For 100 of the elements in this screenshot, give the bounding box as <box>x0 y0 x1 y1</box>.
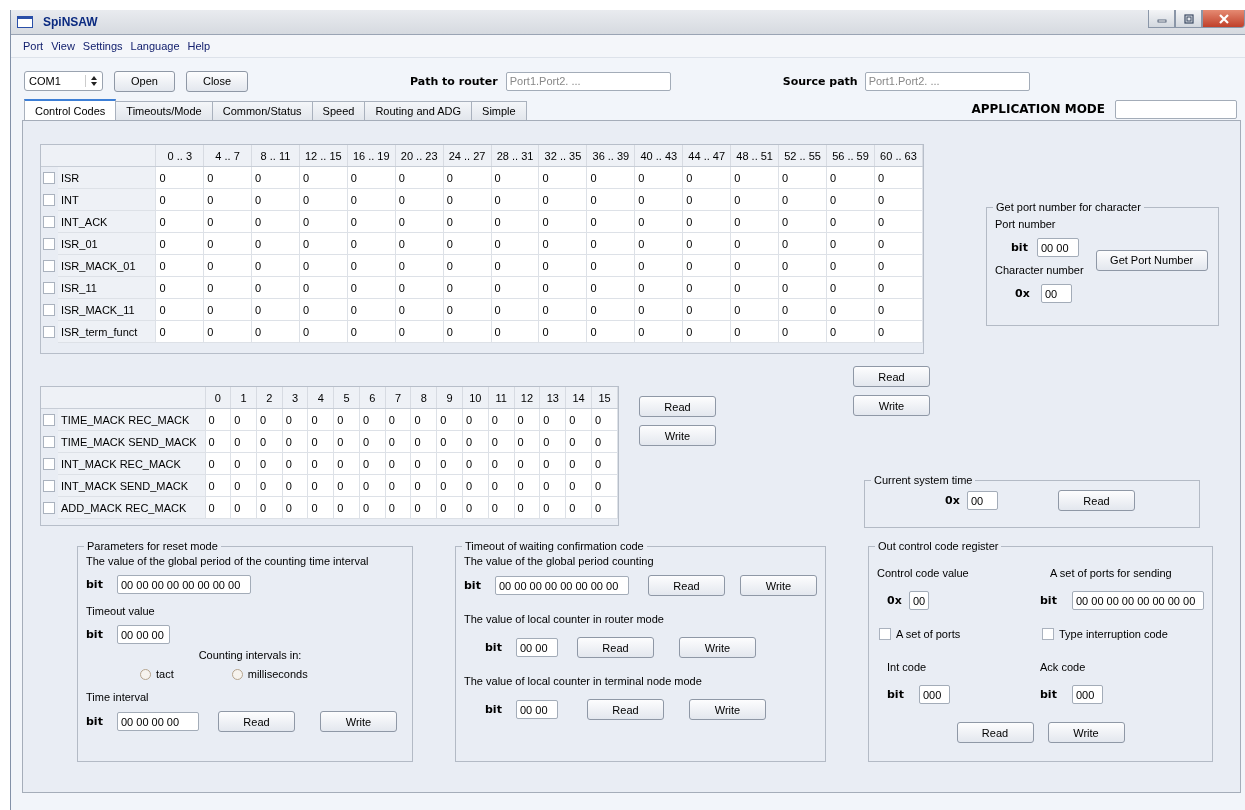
unit-label: 0x <box>945 494 961 507</box>
input-field[interactable]: 00 00 <box>1037 238 1079 257</box>
toolbar-button[interactable]: Close <box>186 70 248 92</box>
radio-button[interactable] <box>140 668 151 680</box>
column-header: 8 <box>410 387 437 409</box>
column-header: 13 <box>539 387 566 409</box>
field-label: Ack code <box>1040 660 1087 675</box>
table-button[interactable]: Write <box>853 395 930 416</box>
menu-item[interactable]: Help <box>183 40 215 52</box>
field-label: Character number <box>995 263 1084 278</box>
write-button[interactable]: Write <box>320 711 397 732</box>
tab[interactable]: Common/Status <box>211 101 313 120</box>
input-field[interactable]: 00 00 00 00 00 00 00 00 <box>495 576 629 595</box>
unit-label: bit <box>86 715 104 728</box>
minimize-button[interactable] <box>1148 10 1175 28</box>
row-checkbox[interactable] <box>43 502 55 515</box>
mode-field[interactable] <box>1115 99 1237 119</box>
read-button[interactable]: Read <box>1058 490 1135 511</box>
column-header: 5 <box>333 387 360 409</box>
row-checkbox[interactable] <box>43 172 55 185</box>
unit-label: bit <box>485 703 503 716</box>
row-checkbox[interactable] <box>43 480 55 493</box>
checkbox[interactable] <box>879 628 891 640</box>
input-field[interactable]: 00 00 00 00 00 00 00 00 <box>117 575 251 594</box>
input-field[interactable]: 00 <box>967 491 998 510</box>
path-field[interactable]: Port1.Port2. ... <box>505 71 671 91</box>
checkbox-option[interactable]: Type interruption code <box>1042 628 1204 640</box>
read-button[interactable]: Read <box>577 637 654 658</box>
column-header: 12 .. 15 <box>299 145 348 167</box>
maximize-button[interactable] <box>1175 10 1202 28</box>
tab[interactable]: Control Codes <box>24 99 117 120</box>
radio-option[interactable]: tact <box>140 668 174 680</box>
tab[interactable]: Routing and ADG <box>364 101 473 120</box>
close-button[interactable] <box>1202 10 1245 28</box>
write-button[interactable]: Write <box>689 699 766 720</box>
get-port-number-button[interactable]: Get Port Number <box>1095 249 1208 271</box>
read-button[interactable]: Read <box>218 711 295 732</box>
read-button[interactable]: Read <box>648 575 725 596</box>
row-checkbox[interactable] <box>43 260 55 273</box>
window-title: SpiNSAW <box>43 15 98 29</box>
row-checkbox[interactable] <box>43 436 55 449</box>
tab[interactable]: Speed <box>311 101 366 120</box>
row-checkbox[interactable] <box>43 326 55 339</box>
spin-icon <box>85 75 98 87</box>
input-field[interactable]: 00 00 00 <box>117 625 170 644</box>
menu-item[interactable]: Language <box>126 40 184 52</box>
table-button[interactable]: Read <box>639 396 716 417</box>
input-field[interactable]: 00 00 <box>516 638 558 657</box>
menu-item[interactable]: Port <box>19 40 48 52</box>
write-button[interactable]: Write <box>679 637 756 658</box>
row-header: ADD_MACK REC_MACK <box>57 496 206 519</box>
read-button[interactable]: Read <box>587 699 664 720</box>
radio-button[interactable] <box>231 668 243 680</box>
tab[interactable]: Simple <box>471 101 527 120</box>
path-field[interactable]: Port1.Port2. ... <box>864 71 1030 91</box>
input-field[interactable]: 00 <box>1041 284 1072 303</box>
unit-label: bit <box>86 578 104 591</box>
field-label: The value of local counter in terminal node mode <box>464 674 703 689</box>
field-label: Time interval <box>86 690 150 705</box>
column-header: 12 <box>514 387 540 409</box>
column-header: 60 .. 63 <box>874 145 923 167</box>
column-header: 15 <box>591 387 618 409</box>
column-header: 6 <box>359 387 386 409</box>
row-checkbox[interactable] <box>43 282 55 295</box>
column-header: 28 .. 31 <box>491 145 539 167</box>
table-button[interactable]: Read <box>853 366 930 387</box>
row-checkbox[interactable] <box>43 238 55 251</box>
row-checkbox[interactable] <box>43 304 55 317</box>
unit-label: bit <box>887 688 905 701</box>
table-button[interactable]: Write <box>639 425 716 446</box>
menu-item[interactable]: View <box>47 40 79 52</box>
row-checkbox[interactable] <box>43 414 55 427</box>
toolbar-button[interactable]: Open <box>114 70 175 92</box>
column-header: 2 <box>256 387 283 409</box>
row-checkbox[interactable] <box>43 216 55 229</box>
checkbox[interactable] <box>1042 628 1054 640</box>
column-header: 20 .. 23 <box>395 145 444 167</box>
checkbox-label: Type interruption code <box>1059 628 1168 640</box>
write-button[interactable]: Write <box>1047 722 1125 743</box>
input-field[interactable]: 000 <box>919 685 950 704</box>
unit-label: bit <box>464 579 482 592</box>
column-header: 4 .. 7 <box>203 145 252 167</box>
input-field[interactable]: 00 <box>909 591 929 610</box>
port-select[interactable]: COM1 <box>24 71 103 91</box>
close-icon <box>1217 13 1230 24</box>
radio-option[interactable]: milliseconds <box>231 668 308 680</box>
checkbox-option[interactable]: A set of ports <box>879 628 1040 640</box>
read-button[interactable]: Read <box>956 722 1034 743</box>
row-checkbox[interactable] <box>43 458 55 471</box>
row-checkbox[interactable] <box>43 194 55 207</box>
input-field[interactable]: 00 00 <box>516 700 558 719</box>
field-label: Int code <box>887 660 928 675</box>
column-header: 44 .. 47 <box>682 145 731 167</box>
menu-item[interactable]: Settings <box>78 40 127 52</box>
input-field[interactable]: 00 00 00 00 <box>117 712 199 731</box>
tab[interactable]: Timeouts/Mode <box>115 101 213 120</box>
write-button[interactable]: Write <box>740 575 817 596</box>
input-field[interactable]: 000 <box>1072 685 1103 704</box>
input-field[interactable]: 00 00 00 00 00 00 00 00 <box>1072 591 1204 610</box>
field-label: Path to router <box>410 74 498 88</box>
